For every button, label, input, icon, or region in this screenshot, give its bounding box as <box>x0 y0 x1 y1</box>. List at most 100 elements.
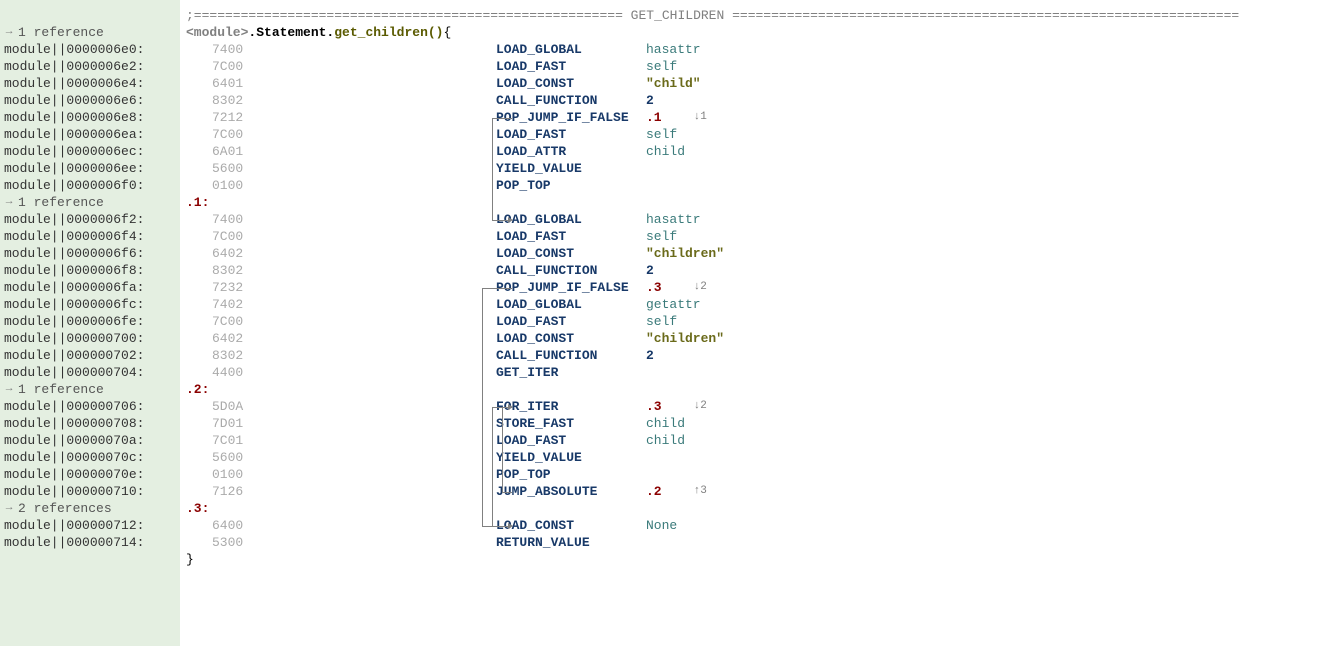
opcode[interactable]: CALL_FUNCTION <box>496 347 646 364</box>
instruction-row[interactable]: 7232POP_JUMP_IF_FALSE.3↓2 <box>186 279 1324 296</box>
opcode[interactable]: LOAD_FAST <box>496 126 646 143</box>
opcode[interactable]: LOAD_CONST <box>496 245 646 262</box>
instruction-row[interactable]: 7C01LOAD_FASTchild <box>186 432 1324 449</box>
operand[interactable]: "child" <box>646 75 701 92</box>
opcode[interactable]: YIELD_VALUE <box>496 160 646 177</box>
operand[interactable]: .1 <box>646 109 662 126</box>
xref-count[interactable]: →1 reference <box>0 194 180 211</box>
opcode[interactable]: LOAD_GLOBAL <box>496 296 646 313</box>
function-close[interactable]: } <box>186 551 1324 568</box>
instruction-row[interactable]: 7C00LOAD_FASTself <box>186 228 1324 245</box>
instruction-row[interactable]: 8302CALL_FUNCTION2 <box>186 347 1324 364</box>
opcode[interactable]: LOAD_CONST <box>496 517 646 534</box>
opcode[interactable]: LOAD_CONST <box>496 330 646 347</box>
operand[interactable]: .3 <box>646 398 662 415</box>
instruction-row[interactable]: 6402LOAD_CONST"children" <box>186 245 1324 262</box>
opcode[interactable]: LOAD_CONST <box>496 75 646 92</box>
instruction-row[interactable]: 5600YIELD_VALUE <box>186 449 1324 466</box>
section-header-comment[interactable]: ;=======================================… <box>186 7 1324 24</box>
opcode[interactable]: FOR_ITER <box>496 398 646 415</box>
opcode[interactable]: LOAD_GLOBAL <box>496 211 646 228</box>
instruction-row[interactable]: 7D01STORE_FASTchild <box>186 415 1324 432</box>
opcode[interactable]: LOAD_FAST <box>496 228 646 245</box>
operand[interactable]: .3 <box>646 279 662 296</box>
operand[interactable]: .2 <box>646 483 662 500</box>
operand[interactable]: 2 <box>646 347 654 364</box>
instruction-row[interactable]: 7402LOAD_GLOBALgetattr <box>186 296 1324 313</box>
hex-bytes: 6401 <box>186 75 246 92</box>
code-label[interactable]: .3: <box>186 500 1324 517</box>
label-name[interactable]: .1: <box>186 194 209 211</box>
opcode[interactable]: LOAD_GLOBAL <box>496 41 646 58</box>
operand[interactable]: self <box>646 126 677 143</box>
operand[interactable]: hasattr <box>646 41 701 58</box>
address-label: module||0000006ee: <box>0 160 180 177</box>
label-name[interactable]: .3: <box>186 500 209 517</box>
xref-count[interactable]: →1 reference <box>0 24 180 41</box>
instruction-row[interactable]: 7C00LOAD_FASTself <box>186 313 1324 330</box>
opcode[interactable]: CALL_FUNCTION <box>496 92 646 109</box>
operand[interactable]: 2 <box>646 262 654 279</box>
opcode[interactable]: CALL_FUNCTION <box>496 262 646 279</box>
opcode[interactable]: LOAD_ATTR <box>496 143 646 160</box>
opcode[interactable]: POP_JUMP_IF_FALSE <box>496 279 646 296</box>
operand[interactable]: None <box>646 517 677 534</box>
instruction-row[interactable]: 7212POP_JUMP_IF_FALSE.1↓1 <box>186 109 1324 126</box>
operand[interactable]: self <box>646 228 677 245</box>
instruction-row[interactable]: 5D0AFOR_ITER.3↓2 <box>186 398 1324 415</box>
instruction-row[interactable]: 6402LOAD_CONST"children" <box>186 330 1324 347</box>
address-text: module||0000006ee: <box>4 160 144 177</box>
instruction-row[interactable]: 7400LOAD_GLOBALhasattr <box>186 41 1324 58</box>
operand[interactable]: getattr <box>646 296 701 313</box>
operand[interactable]: self <box>646 313 677 330</box>
instruction-row[interactable]: 5600YIELD_VALUE <box>186 160 1324 177</box>
instruction-row[interactable]: 7C00 LOAD_FASTself <box>186 58 1324 75</box>
opcode[interactable]: GET_ITER <box>496 364 646 381</box>
instruction-row[interactable]: 6A01 LOAD_ATTRchild <box>186 143 1324 160</box>
operand[interactable]: 2 <box>646 92 654 109</box>
instruction-row[interactable]: 7C00LOAD_FASTself <box>186 126 1324 143</box>
operand[interactable]: "children" <box>646 245 724 262</box>
instruction-row[interactable]: 0100POP_TOP <box>186 177 1324 194</box>
function-name: get_children() <box>334 24 443 41</box>
instruction-row[interactable]: 6401 LOAD_CONST"child" <box>186 75 1324 92</box>
operand[interactable]: child <box>646 415 685 432</box>
xref-arrow-icon: → <box>4 381 14 398</box>
hex-bytes: 7C00 <box>186 58 246 75</box>
opcode[interactable]: LOAD_FAST <box>496 58 646 75</box>
instruction-row[interactable]: 8302CALL_FUNCTION2 <box>186 92 1324 109</box>
function-signature[interactable]: <module>.Statement.get_children() { <box>186 24 1324 41</box>
code-label[interactable]: .2: <box>186 381 1324 398</box>
instruction-row[interactable]: 5300RETURN_VALUE <box>186 534 1324 551</box>
instruction-row[interactable]: 7126JUMP_ABSOLUTE.2↑3 <box>186 483 1324 500</box>
instruction-row[interactable]: 7400LOAD_GLOBALhasattr <box>186 211 1324 228</box>
xref-count[interactable]: →2 references <box>0 500 180 517</box>
instruction-row[interactable]: 8302CALL_FUNCTION2 <box>186 262 1324 279</box>
instruction-row[interactable]: 4400GET_ITER <box>186 364 1324 381</box>
address-text: module||0000006ec: <box>4 143 144 160</box>
instruction-row[interactable]: 0100POP_TOP <box>186 466 1324 483</box>
disassembly-listing[interactable]: ;=======================================… <box>180 0 1324 646</box>
hex-bytes: 6A01 <box>186 143 246 160</box>
opcode[interactable]: POP_TOP <box>496 177 646 194</box>
opcode[interactable]: POP_JUMP_IF_FALSE <box>496 109 646 126</box>
address-label <box>0 7 180 24</box>
label-name[interactable]: .2: <box>186 381 209 398</box>
instruction-row[interactable]: 6400 LOAD_CONSTNone <box>186 517 1324 534</box>
operand[interactable]: child <box>646 143 685 160</box>
operand[interactable]: "children" <box>646 330 724 347</box>
operand[interactable]: self <box>646 58 677 75</box>
hex-bytes: 6400 <box>186 517 246 534</box>
opcode[interactable]: LOAD_FAST <box>496 313 646 330</box>
opcode[interactable]: LOAD_FAST <box>496 432 646 449</box>
operand[interactable]: child <box>646 432 685 449</box>
opcode[interactable]: POP_TOP <box>496 466 646 483</box>
opcode[interactable]: JUMP_ABSOLUTE <box>496 483 646 500</box>
xref-count[interactable]: →1 reference <box>0 381 180 398</box>
opcode[interactable]: YIELD_VALUE <box>496 449 646 466</box>
code-label[interactable]: .1: <box>186 194 1324 211</box>
operand[interactable]: hasattr <box>646 211 701 228</box>
opcode[interactable]: RETURN_VALUE <box>496 534 646 551</box>
flow-edge <box>482 288 512 289</box>
opcode[interactable]: STORE_FAST <box>496 415 646 432</box>
